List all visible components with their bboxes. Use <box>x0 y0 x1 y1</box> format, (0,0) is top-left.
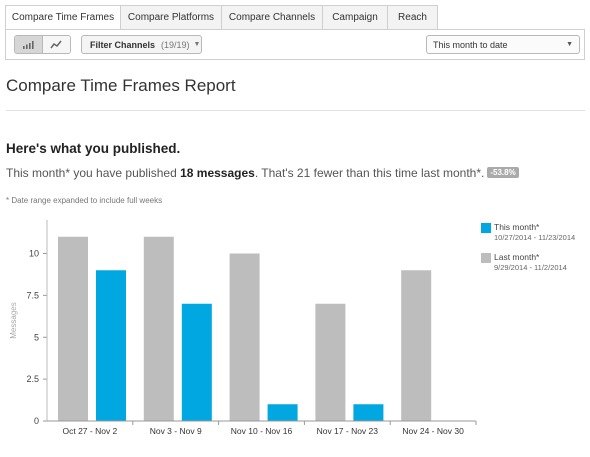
chevron-down-icon: ▼ <box>193 41 201 48</box>
line-chart-view-button[interactable] <box>42 36 70 53</box>
y-tick-label: 7.5 <box>26 290 39 300</box>
date-range-value: This month to date <box>433 39 508 50</box>
date-range-select[interactable]: This month to date ▼ <box>426 35 580 54</box>
bar-this-month <box>181 303 212 421</box>
bar-last-month <box>143 236 174 421</box>
y-tick-label: 5 <box>34 332 39 342</box>
y-tick-label: 2.5 <box>26 374 39 384</box>
tab-compare-platforms[interactable]: Compare Platforms <box>121 5 222 30</box>
tab-reach[interactable]: Reach <box>388 5 438 30</box>
legend-item-this-month[interactable]: This month* 10/27/2014 - 11/23/2014 <box>481 222 575 243</box>
legend-series-range: 9/29/2014 - 11/2/2014 <box>494 263 567 272</box>
report-title: Compare Time Frames Report <box>6 76 236 95</box>
summary-count: 18 messages <box>180 166 255 180</box>
x-tick-label: Nov 10 - Nov 16 <box>231 426 293 436</box>
x-tick-label: Oct 27 - Nov 2 <box>62 426 117 436</box>
bar-this-month <box>267 404 298 421</box>
tab-compare-channels[interactable]: Compare Channels <box>222 5 323 30</box>
messages-bar-chart: 0 2.5 5 7.5 10 Messages Oct 27 - Nov 2 Nov 3 - … <box>9 220 477 436</box>
chevron-down-icon: ▼ <box>566 41 573 48</box>
x-tick-label: Nov 3 - Nov 9 <box>150 426 202 436</box>
summary-prefix: This month* you have published <box>6 166 181 180</box>
legend-series-name: Last month* <box>494 252 540 262</box>
legend-swatch <box>481 253 491 263</box>
published-heading: Here's what you published. <box>6 141 181 156</box>
bar-last-month <box>401 270 432 421</box>
bar-last-month <box>58 236 88 421</box>
report-toolbar: Filter Channels (19/19) ▼ This month to … <box>5 29 585 60</box>
change-badge: -53.8% <box>487 167 519 178</box>
bar-chart-view-button[interactable] <box>15 36 42 53</box>
chart-legend: This month* 10/27/2014 - 11/23/2014 Last… <box>481 222 575 282</box>
bar-last-month <box>315 303 346 421</box>
x-tick-label: Nov 17 - Nov 23 <box>317 426 379 436</box>
summary-text: This month* you have published 18 messag… <box>6 166 519 180</box>
divider <box>6 110 585 111</box>
line-chart-icon <box>50 40 62 49</box>
chart-view-toggle <box>14 35 71 54</box>
filter-channels-label: Filter Channels <box>90 39 156 50</box>
y-axis-label: Messages <box>9 302 18 338</box>
bar-this-month <box>96 270 126 421</box>
summary-suffix: . That's 21 fewer than this time last mo… <box>254 166 485 180</box>
legend-swatch <box>481 223 491 233</box>
report-tabs: Compare Time Frames Compare Platforms Co… <box>5 5 438 30</box>
bar-this-month <box>353 404 384 421</box>
legend-series-name: This month* <box>494 222 540 232</box>
y-tick-label: 10 <box>29 249 39 259</box>
y-tick-label: 0 <box>34 416 39 426</box>
tab-compare-time-frames[interactable]: Compare Time Frames <box>5 5 121 30</box>
bar-chart-icon <box>23 41 34 49</box>
legend-series-range: 10/27/2014 - 11/23/2014 <box>494 233 576 242</box>
filter-channels-button[interactable]: Filter Channels (19/19) ▼ <box>81 35 202 54</box>
date-range-footnote: * Date range expanded to include full we… <box>6 196 163 205</box>
tab-campaign[interactable]: Campaign <box>323 5 388 30</box>
bar-last-month <box>229 253 260 421</box>
x-tick-label: Nov 24 - Nov 30 <box>402 426 464 436</box>
filter-channels-count: (19/19) <box>161 39 190 50</box>
legend-item-last-month[interactable]: Last month* 9/29/2014 - 11/2/2014 <box>481 252 575 273</box>
